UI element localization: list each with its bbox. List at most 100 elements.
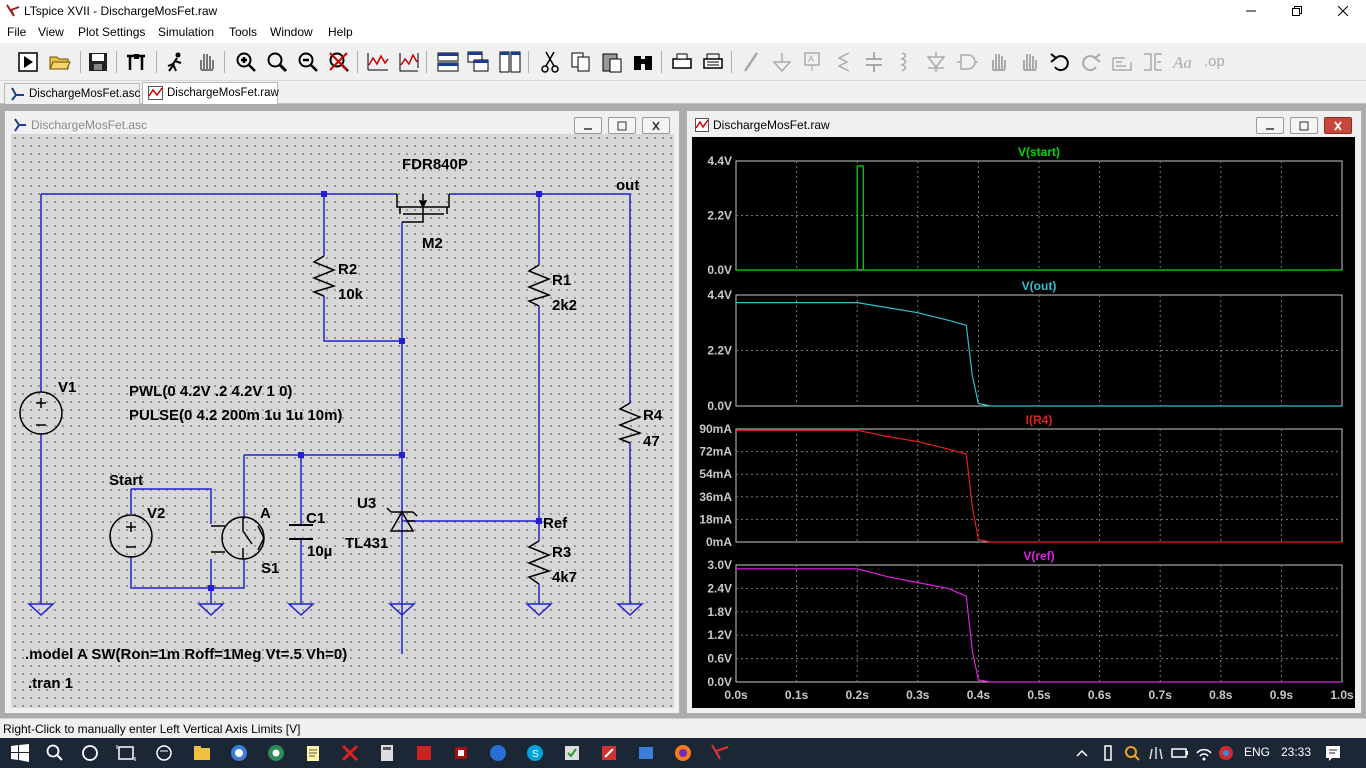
waveform-maximize-button[interactable] bbox=[1290, 117, 1318, 134]
run-button[interactable] bbox=[14, 48, 42, 76]
ground-button[interactable] bbox=[768, 48, 796, 76]
find-button[interactable] bbox=[629, 48, 657, 76]
menu-window[interactable]: Window bbox=[270, 25, 313, 39]
task-view-icon[interactable] bbox=[116, 743, 136, 763]
paste-icon bbox=[602, 53, 622, 73]
tray-chevron-up-icon[interactable] bbox=[1072, 743, 1092, 763]
schematic-minimize-button[interactable] bbox=[574, 117, 602, 134]
spice-directive-button[interactable]: .op bbox=[1201, 48, 1229, 76]
xmind-icon[interactable] bbox=[340, 743, 360, 763]
mirror-button[interactable] bbox=[1139, 48, 1167, 76]
trace-name-v-start-[interactable]: V(start) bbox=[1018, 145, 1060, 159]
notification-icon[interactable] bbox=[1323, 743, 1343, 763]
autorange-button[interactable] bbox=[364, 48, 392, 76]
firefox-icon[interactable] bbox=[673, 743, 693, 763]
antivirus-icon[interactable] bbox=[1216, 743, 1236, 763]
minimize-button[interactable] bbox=[1228, 0, 1274, 23]
svg-text:S: S bbox=[532, 749, 539, 760]
trace-name-i-r4-[interactable]: I(R4) bbox=[1026, 413, 1053, 427]
blue-app-icon[interactable] bbox=[488, 743, 508, 763]
network-icon[interactable] bbox=[1194, 743, 1214, 763]
text-button[interactable]: Aa bbox=[1170, 48, 1198, 76]
zoom-out-button[interactable] bbox=[294, 48, 322, 76]
menu-tools[interactable]: Tools bbox=[229, 25, 257, 39]
tile-horizontal-button[interactable] bbox=[434, 48, 462, 76]
menu-bar: File View Plot Settings Simulation Tools… bbox=[0, 23, 1366, 43]
u3-name-label: U3 bbox=[357, 495, 376, 512]
battery-icon[interactable] bbox=[1170, 743, 1190, 763]
calculator-icon[interactable] bbox=[377, 743, 397, 763]
control-panel-button[interactable] bbox=[122, 48, 150, 76]
close-button[interactable] bbox=[1320, 0, 1366, 23]
x-tick-label: 0.8s bbox=[1209, 688, 1233, 702]
schematic-maximize-button[interactable] bbox=[608, 117, 636, 134]
save-button[interactable] bbox=[84, 48, 112, 76]
green-app-icon[interactable] bbox=[562, 743, 582, 763]
cortana-icon[interactable] bbox=[80, 743, 100, 763]
menu-simulation[interactable]: Simulation bbox=[158, 25, 214, 39]
wire-button[interactable] bbox=[737, 48, 765, 76]
tile-vertical-button[interactable] bbox=[496, 48, 524, 76]
app-icon[interactable] bbox=[154, 743, 174, 763]
paste-button[interactable] bbox=[598, 48, 626, 76]
x-tick-label: 1.0s bbox=[1330, 688, 1354, 702]
menu-plot-settings[interactable]: Plot Settings bbox=[78, 25, 145, 39]
print-preview-button[interactable] bbox=[668, 48, 696, 76]
drag-button[interactable] bbox=[1015, 48, 1043, 76]
schematic-canvas[interactable]: FDR840P out M2 R2 10k R1 2k2 V1 PWL(0 4.… bbox=[11, 134, 674, 708]
probe-button[interactable] bbox=[162, 48, 190, 76]
schematic-close-button[interactable] bbox=[642, 117, 670, 134]
tab-schematic[interactable]: DischargeMosFet.asc bbox=[4, 83, 140, 104]
outlook-icon[interactable] bbox=[636, 743, 656, 763]
label-button[interactable]: A bbox=[798, 48, 826, 76]
model-directive[interactable]: .model A SW(Ron=1m Roff=1Meg Vt=.5 Vh=0) bbox=[25, 646, 347, 663]
rotate-button[interactable] bbox=[1108, 48, 1136, 76]
ltspice-taskbar-icon[interactable] bbox=[710, 743, 730, 763]
zoom-cancel-button[interactable] bbox=[325, 48, 353, 76]
clock[interactable]: 23:33 bbox=[1281, 745, 1311, 759]
skype-icon[interactable]: S bbox=[525, 743, 545, 763]
redo-button[interactable] bbox=[1077, 48, 1105, 76]
tran-directive[interactable]: .tran 1 bbox=[28, 675, 73, 692]
chrome-icon[interactable] bbox=[266, 743, 286, 763]
tab-waveform[interactable]: DischargeMosFet.raw bbox=[142, 82, 279, 104]
inductor-button[interactable] bbox=[891, 48, 919, 76]
open-button[interactable] bbox=[46, 48, 74, 76]
windows-start-icon[interactable] bbox=[10, 743, 30, 763]
waveform-minimize-button[interactable] bbox=[1256, 117, 1284, 134]
menu-help[interactable]: Help bbox=[328, 25, 353, 39]
notepad-icon[interactable] bbox=[303, 743, 323, 763]
move-button[interactable] bbox=[984, 48, 1012, 76]
browser-icon[interactable] bbox=[229, 743, 249, 763]
menu-view[interactable]: View bbox=[38, 25, 64, 39]
wifi-signal-icon[interactable] bbox=[1146, 743, 1166, 763]
print-button[interactable] bbox=[699, 48, 727, 76]
language-indicator[interactable]: ENG bbox=[1244, 745, 1270, 759]
diode-button[interactable] bbox=[922, 48, 950, 76]
autorange-y-button[interactable] bbox=[395, 48, 423, 76]
cut-button[interactable] bbox=[536, 48, 564, 76]
search-icon[interactable] bbox=[45, 743, 65, 763]
red-app-icon[interactable] bbox=[414, 743, 434, 763]
trace-name-v-out-[interactable]: V(out) bbox=[1022, 279, 1057, 293]
component-button[interactable] bbox=[953, 48, 981, 76]
menu-file[interactable]: File bbox=[7, 25, 26, 39]
file-explorer-icon[interactable] bbox=[192, 743, 212, 763]
cascade-button[interactable] bbox=[464, 48, 492, 76]
waveform-plot-area[interactable]: 4.4V 2.2V 0.0V V(start) 4.4V 2.2V 0.0V V(out) 90… bbox=[692, 137, 1355, 708]
zoom-in-button[interactable] bbox=[232, 48, 260, 76]
resistor-button[interactable] bbox=[829, 48, 857, 76]
usb-icon[interactable] bbox=[1098, 743, 1118, 763]
search-tray-icon[interactable] bbox=[1122, 743, 1142, 763]
pdf-app-icon[interactable] bbox=[599, 743, 619, 763]
copy-button[interactable] bbox=[567, 48, 595, 76]
zoom-area-button[interactable] bbox=[263, 48, 291, 76]
x-tick-label: 0.7s bbox=[1149, 688, 1173, 702]
pan-button[interactable] bbox=[192, 48, 220, 76]
undo-button[interactable] bbox=[1046, 48, 1074, 76]
waveform-close-button[interactable] bbox=[1324, 117, 1352, 134]
dark-red-app-icon[interactable] bbox=[451, 743, 471, 763]
trace-name-v-ref-[interactable]: V(ref) bbox=[1023, 549, 1054, 563]
capacitor-button[interactable] bbox=[860, 48, 888, 76]
restore-button[interactable] bbox=[1274, 0, 1320, 23]
